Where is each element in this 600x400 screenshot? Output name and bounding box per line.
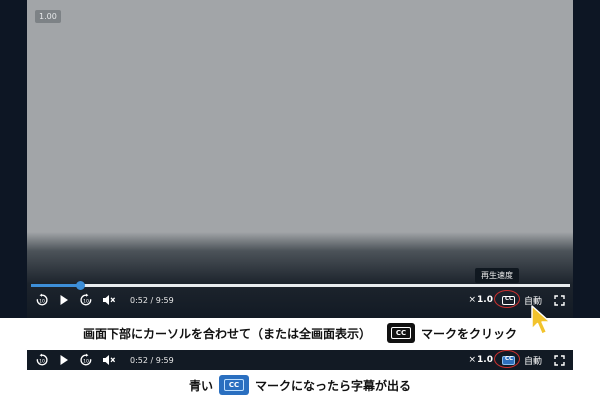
cc-icon: CC	[219, 375, 249, 395]
player-frame: 1.00 再生速度 10 10 0:52 / 9:59 ×1.0 CC 自動	[0, 0, 600, 318]
progress-bar[interactable]	[31, 281, 570, 290]
progress-thumb[interactable]	[75, 281, 85, 290]
rewind-10-icon[interactable]: 10	[35, 293, 49, 307]
speed-badge: 1.00	[35, 10, 61, 23]
speed-tooltip: 再生速度	[475, 268, 519, 283]
cursor-icon	[531, 305, 551, 335]
rewind-10-icon[interactable]: 10	[35, 353, 49, 367]
right-controls: ×1.0 CC 自動	[468, 350, 573, 368]
control-bar: 10 10 0:52 / 9:59 ×1.0 CC 自動	[27, 350, 573, 370]
cc-button[interactable]: CC	[493, 290, 520, 308]
right-controls: ×1.0 CC 自動	[468, 290, 573, 308]
highlight-ring	[493, 350, 520, 368]
fullscreen-icon[interactable]	[554, 354, 565, 366]
highlight-ring	[493, 290, 520, 308]
time-display: 0:52 / 9:59	[130, 295, 174, 305]
svg-text:10: 10	[39, 299, 45, 305]
svg-text:10: 10	[39, 359, 45, 365]
instruction-step-1: 画面下部にカーソルを合わせて（または全画面表示） CC マークをクリック	[0, 318, 600, 348]
cc-icon: CC	[387, 323, 415, 343]
playback-speed-button[interactable]: ×1.0	[468, 355, 493, 365]
svg-text:10: 10	[83, 359, 89, 365]
mute-icon[interactable]	[102, 354, 116, 366]
cc-button-active[interactable]: CC	[493, 350, 520, 368]
svg-text:10: 10	[83, 299, 89, 305]
play-icon[interactable]	[59, 354, 69, 366]
instruction-step-2: 青い CC マークになったら字幕が出る	[0, 372, 600, 398]
fullscreen-icon[interactable]	[554, 294, 565, 306]
mute-icon[interactable]	[102, 294, 116, 306]
playback-speed-button[interactable]: ×1.0	[468, 295, 493, 305]
time-display: 0:52 / 9:59	[130, 355, 174, 365]
forward-10-icon[interactable]: 10	[79, 353, 93, 367]
quality-auto-button[interactable]: 自動	[524, 354, 542, 367]
player-control-bar-active: 10 10 0:52 / 9:59 ×1.0 CC 自動	[27, 350, 573, 370]
play-icon[interactable]	[59, 294, 69, 306]
control-bar: 10 10 0:52 / 9:59 ×1.0 CC 自動	[27, 290, 573, 310]
forward-10-icon[interactable]: 10	[79, 293, 93, 307]
progress-fill	[31, 284, 80, 287]
video-area[interactable]: 1.00 再生速度 10 10 0:52 / 9:59 ×1.0 CC 自動	[27, 0, 573, 318]
